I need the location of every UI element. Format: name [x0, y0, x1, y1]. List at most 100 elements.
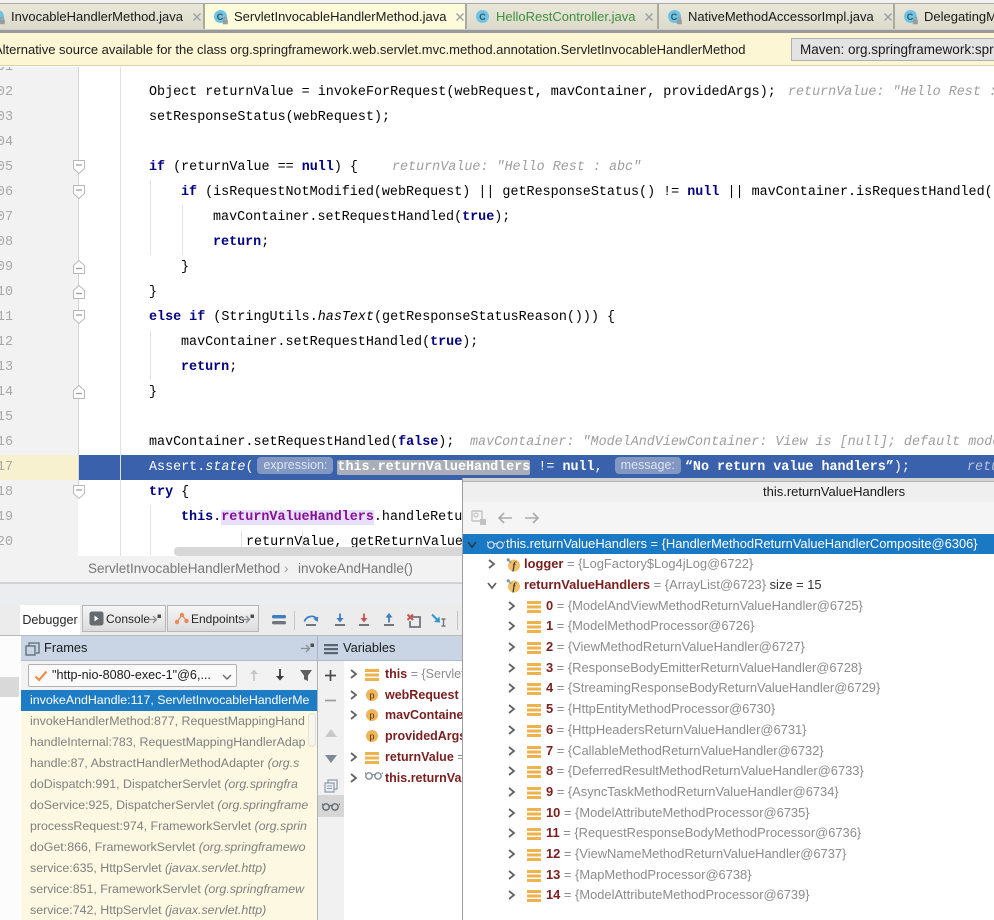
popup-tree-row[interactable]: 14 = {ModelAttributeMethodProcessor@6739…: [463, 885, 994, 906]
hide-frames-filter-icon[interactable]: [299, 669, 313, 682]
thread-selector[interactable]: "http-nio-8080-exec-1"@6,...: [28, 664, 237, 687]
stack-frame-row[interactable]: processRequest:974, FrameworkServlet (or…: [21, 816, 317, 837]
popup-tree-row[interactable]: flogger = {LogFactory$Log4jLog@6722}: [463, 554, 994, 575]
debug-tab-endpoints[interactable]: Endpoints: [167, 605, 259, 632]
chevron-right-icon[interactable]: [507, 746, 516, 756]
chevron-right-icon[interactable]: [507, 601, 516, 611]
drop-frame-icon[interactable]: [406, 613, 422, 628]
editor-tab-NativeMethodAccessorImpl-java[interactable]: CNativeMethodAccessorImpl.java: [658, 3, 894, 29]
popup-tree-row[interactable]: freturnValueHandlers = {ArrayList@6723} …: [463, 575, 994, 596]
layout-settings-icon[interactable]: [271, 613, 287, 627]
remove-watch-icon[interactable]: [324, 694, 337, 707]
source-selector-combo[interactable]: Maven: org.springframework:spri: [791, 38, 994, 61]
popup-tree-row[interactable]: 3 = {ResponseBodyEmitterReturnValueHandl…: [463, 658, 994, 679]
debug-tab-label: Endpoints: [191, 612, 244, 626]
chevron-right-icon[interactable]: [507, 683, 516, 693]
chevron-right-icon[interactable]: [507, 787, 516, 797]
watch-value: {ViewMethodReturnValueHandler@6727}: [568, 639, 805, 654]
editor-tab-ServletInvocableHandlerMethod-java[interactable]: CServletInvocableHandlerMethod.java: [204, 3, 466, 29]
chevron-right-icon[interactable]: [507, 725, 516, 735]
close-icon[interactable]: [643, 11, 655, 23]
frames-panel[interactable]: "http-nio-8080-exec-1"@6,... invokeAndHan…: [21, 661, 317, 920]
chevron-right-icon[interactable]: [507, 704, 516, 714]
stack-frame-row[interactable]: doDispatch:991, DispatcherServlet (org.s…: [21, 774, 317, 795]
move-up-icon[interactable]: [325, 729, 337, 737]
chevron-right-icon[interactable]: [487, 559, 496, 569]
popup-tree-row[interactable]: 8 = {DeferredResultMethodReturnValueHand…: [463, 761, 994, 782]
value-icon: [527, 725, 541, 737]
stack-frame-row[interactable]: handle:87, AbstractHandlerMethodAdapter …: [21, 753, 317, 774]
variable-value: {Servlet: [421, 667, 464, 681]
next-frame-icon[interactable]: [273, 668, 287, 682]
stack-frame-row[interactable]: invokeHandlerMethod:877, RequestMappingH…: [21, 711, 317, 732]
chevron-down-icon[interactable]: [467, 540, 477, 549]
step-into-icon[interactable]: [332, 613, 348, 628]
popup-tree-row[interactable]: 2 = {ViewMethodReturnValueHandler@6727}: [463, 637, 994, 658]
debug-tab-console[interactable]: Console: [82, 605, 166, 632]
popup-tree-row[interactable]: this.returnValueHandlers = {HandlerMetho…: [463, 534, 994, 555]
stack-frame-row[interactable]: doGet:866, FrameworkServlet (org.springf…: [21, 837, 317, 858]
popup-tree-row[interactable]: 11 = {RequestResponseBodyMethodProcessor…: [463, 823, 994, 844]
stack-frame-row[interactable]: service:742, HttpServlet (javax.servlet.…: [21, 900, 317, 920]
chevron-right-icon[interactable]: [507, 890, 516, 900]
chevron-right-icon[interactable]: [507, 621, 516, 631]
chevron-right-icon[interactable]: [507, 642, 516, 652]
back-icon[interactable]: [497, 512, 513, 524]
breadcrumb-class[interactable]: ServletInvocableHandlerMethod: [88, 561, 280, 576]
chevron-right-icon: [349, 710, 358, 720]
popup-tree-row[interactable]: 5 = {HttpEntityMethodProcessor@6730}: [463, 699, 994, 720]
chevron-right-icon[interactable]: [507, 828, 516, 838]
prev-frame-icon[interactable]: [247, 668, 261, 682]
run-to-cursor-icon[interactable]: [431, 613, 447, 628]
float-window-icon[interactable]: [147, 614, 161, 625]
move-down-icon[interactable]: [325, 755, 337, 763]
close-icon[interactable]: [191, 11, 203, 23]
editor-tab-HelloRestController-java[interactable]: CHelloRestController.java: [466, 3, 658, 29]
force-step-into-icon[interactable]: [356, 613, 372, 628]
popup-tree-row[interactable]: 4 = {StreamingResponseBodyReturnValueHan…: [463, 678, 994, 699]
chevron-right-icon[interactable]: [507, 663, 516, 673]
popup-tree-row[interactable]: 6 = {HttpHeadersReturnValueHandler@6731}: [463, 720, 994, 741]
combo-chevron-icon: [222, 674, 232, 680]
toolwindow-stripe-button[interactable]: [0, 677, 19, 697]
stack-frame-row[interactable]: service:851, FrameworkServlet (org.sprin…: [21, 879, 317, 900]
breadcrumb-method[interactable]: invokeAndHandle(): [298, 561, 413, 576]
popup-tree[interactable]: this.returnValueHandlers = {HandlerMetho…: [463, 533, 994, 920]
forward-icon[interactable]: [524, 512, 540, 524]
editor-tab-InvocableHandlerMethod-java[interactable]: CInvocableHandlerMethod.java: [0, 3, 204, 29]
popup-title-bar[interactable]: this.returnValueHandlers: [463, 482, 994, 502]
step-over-icon[interactable]: [303, 613, 319, 628]
thread-row: "http-nio-8080-exec-1"@6,...: [21, 661, 317, 690]
editor-tab-DelegatingMethodAccessorImpl-java[interactable]: CDelegatingMethodAccessorImpl.java: [894, 3, 994, 29]
popup-tree-row[interactable]: 13 = {MapMethodProcessor@6738}: [463, 865, 994, 886]
alternative-source-banner: Alternative source available for the cla…: [0, 33, 994, 66]
debug-tab-bar: DebuggerConsole Endpoints: [0, 605, 463, 636]
close-icon[interactable]: [882, 11, 894, 23]
stack-frame-row[interactable]: invokeAndHandle:117, ServletInvocableHan…: [21, 690, 317, 711]
equals: =: [560, 867, 575, 882]
value-icon: [527, 663, 541, 675]
popup-tree-row[interactable]: 12 = {ViewNameMethodReturnValueHandler@6…: [463, 844, 994, 865]
float-window-icon[interactable]: [240, 614, 254, 625]
popup-tree-row[interactable]: 10 = {ModelAttributeMethodProcessor@6735…: [463, 803, 994, 824]
stack-frame-row[interactable]: service:635, HttpServlet (javax.servlet.…: [21, 858, 317, 879]
copy-icon[interactable]: [324, 779, 338, 793]
step-out-icon[interactable]: [381, 613, 397, 628]
add-watch-icon[interactable]: [324, 669, 337, 682]
chevron-right-icon[interactable]: [507, 808, 516, 818]
stack-frame-row[interactable]: handleInternal:783, RequestMappingHandle…: [21, 732, 317, 753]
close-icon[interactable]: [454, 11, 466, 23]
popup-tree-row[interactable]: 1 = {ModelMethodProcessor@6726}: [463, 616, 994, 637]
chevron-down-icon[interactable]: [487, 581, 497, 590]
stack-frame-row[interactable]: doService:925, DispatcherServlet (org.sp…: [21, 795, 317, 816]
chevron-right-icon[interactable]: [507, 870, 516, 880]
debug-tab-debugger[interactable]: Debugger: [20, 605, 80, 635]
horizontal-scrollbar[interactable]: [174, 547, 464, 556]
chevron-right-icon[interactable]: [507, 849, 516, 859]
show-watches-icon[interactable]: [322, 802, 340, 811]
popup-tree-row[interactable]: 7 = {CallableMethodReturnValueHandler@67…: [463, 741, 994, 762]
chevron-right-icon[interactable]: [507, 766, 516, 776]
popup-tree-row[interactable]: 0 = {ModelAndViewMethodReturnValueHandle…: [463, 596, 994, 617]
frames-scrollbar[interactable]: [308, 713, 316, 747]
popup-tree-row[interactable]: 9 = {AsyncTaskMethodReturnValueHandler@6…: [463, 782, 994, 803]
